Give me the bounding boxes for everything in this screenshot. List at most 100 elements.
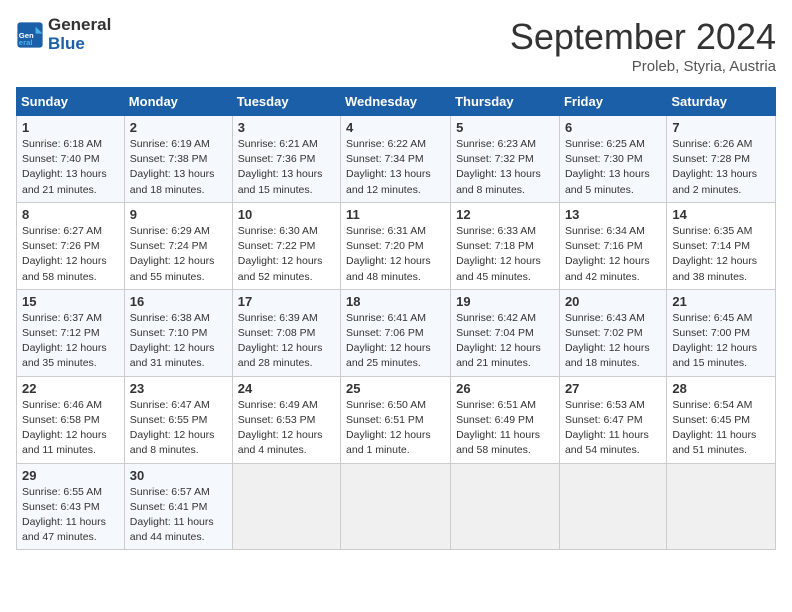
day-number: 24 (238, 381, 335, 396)
calendar-header-row: SundayMondayTuesdayWednesdayThursdayFrid… (17, 88, 776, 116)
day-number: 7 (672, 120, 770, 135)
svg-text:eral: eral (19, 37, 33, 46)
calendar-cell: 7 Sunrise: 6:26 AM Sunset: 7:28 PM Daylig… (667, 116, 776, 203)
day-detail: Sunrise: 6:26 AM Sunset: 7:28 PM Dayligh… (672, 137, 770, 198)
day-detail: Sunrise: 6:49 AM Sunset: 6:53 PM Dayligh… (238, 398, 335, 459)
day-detail: Sunrise: 6:21 AM Sunset: 7:36 PM Dayligh… (238, 137, 335, 198)
calendar-cell: 11 Sunrise: 6:31 AM Sunset: 7:20 PM Dayli… (341, 202, 451, 289)
day-number: 6 (565, 120, 661, 135)
logo: Gen eral General Blue (16, 16, 111, 53)
day-detail: Sunrise: 6:25 AM Sunset: 7:30 PM Dayligh… (565, 137, 661, 198)
day-detail: Sunrise: 6:30 AM Sunset: 7:22 PM Dayligh… (238, 224, 335, 285)
calendar-cell: 1Sunrise: 6:18 AM Sunset: 7:40 PM Daylig… (17, 116, 125, 203)
calendar-cell: 25 Sunrise: 6:50 AM Sunset: 6:51 PM Dayli… (341, 376, 451, 463)
calendar-table: SundayMondayTuesdayWednesdayThursdayFrid… (16, 87, 776, 550)
day-detail: Sunrise: 6:18 AM Sunset: 7:40 PM Dayligh… (22, 137, 119, 198)
day-number: 15 (22, 294, 119, 309)
day-number: 21 (672, 294, 770, 309)
calendar-cell: 19 Sunrise: 6:42 AM Sunset: 7:04 PM Dayli… (451, 289, 560, 376)
calendar-cell: 29 Sunrise: 6:55 AM Sunset: 6:43 PM Dayli… (17, 463, 125, 550)
day-number: 3 (238, 120, 335, 135)
day-detail: Sunrise: 6:54 AM Sunset: 6:45 PM Dayligh… (672, 398, 770, 459)
logo-text-line1: General (48, 16, 111, 35)
day-number: 4 (346, 120, 445, 135)
day-detail: Sunrise: 6:27 AM Sunset: 7:26 PM Dayligh… (22, 224, 119, 285)
calendar-cell: 23Sunrise: 6:47 AM Sunset: 6:55 PM Dayli… (124, 376, 232, 463)
day-detail: Sunrise: 6:50 AM Sunset: 6:51 PM Dayligh… (346, 398, 445, 459)
calendar-row-1: 1Sunrise: 6:18 AM Sunset: 7:40 PM Daylig… (17, 116, 776, 203)
day-detail: Sunrise: 6:19 AM Sunset: 7:38 PM Dayligh… (130, 137, 227, 198)
day-detail: Sunrise: 6:55 AM Sunset: 6:43 PM Dayligh… (22, 485, 119, 546)
day-number: 11 (346, 207, 445, 222)
title-block: September 2024 Proleb, Styria, Austria (510, 16, 776, 75)
calendar-row-4: 22 Sunrise: 6:46 AM Sunset: 6:58 PM Dayli… (17, 376, 776, 463)
day-detail: Sunrise: 6:47 AM Sunset: 6:55 PM Dayligh… (130, 398, 227, 459)
day-detail: Sunrise: 6:23 AM Sunset: 7:32 PM Dayligh… (456, 137, 554, 198)
day-detail: Sunrise: 6:37 AM Sunset: 7:12 PM Dayligh… (22, 311, 119, 372)
calendar-cell (341, 463, 451, 550)
day-number: 13 (565, 207, 661, 222)
header-monday: Monday (124, 88, 232, 116)
calendar-cell: 17 Sunrise: 6:39 AM Sunset: 7:08 PM Dayli… (232, 289, 340, 376)
day-number: 2 (130, 120, 227, 135)
header-friday: Friday (559, 88, 666, 116)
day-number: 29 (22, 468, 119, 483)
day-detail: Sunrise: 6:43 AM Sunset: 7:02 PM Dayligh… (565, 311, 661, 372)
calendar-cell: 18Sunrise: 6:41 AM Sunset: 7:06 PM Dayli… (341, 289, 451, 376)
day-detail: Sunrise: 6:38 AM Sunset: 7:10 PM Dayligh… (130, 311, 227, 372)
day-number: 19 (456, 294, 554, 309)
month-title: September 2024 (510, 16, 776, 58)
day-number: 26 (456, 381, 554, 396)
calendar-cell: 14 Sunrise: 6:35 AM Sunset: 7:14 PM Dayli… (667, 202, 776, 289)
calendar-cell: 6 Sunrise: 6:25 AM Sunset: 7:30 PM Daylig… (559, 116, 666, 203)
day-detail: Sunrise: 6:42 AM Sunset: 7:04 PM Dayligh… (456, 311, 554, 372)
day-number: 10 (238, 207, 335, 222)
day-number: 25 (346, 381, 445, 396)
logo-icon: Gen eral (16, 21, 44, 49)
calendar-cell: 8Sunrise: 6:27 AM Sunset: 7:26 PM Daylig… (17, 202, 125, 289)
calendar-cell (559, 463, 666, 550)
day-detail: Sunrise: 6:22 AM Sunset: 7:34 PM Dayligh… (346, 137, 445, 198)
calendar-cell: 15 Sunrise: 6:37 AM Sunset: 7:12 PM Dayli… (17, 289, 125, 376)
calendar-cell: 5 Sunrise: 6:23 AM Sunset: 7:32 PM Daylig… (451, 116, 560, 203)
day-detail: Sunrise: 6:35 AM Sunset: 7:14 PM Dayligh… (672, 224, 770, 285)
day-detail: Sunrise: 6:45 AM Sunset: 7:00 PM Dayligh… (672, 311, 770, 372)
header-saturday: Saturday (667, 88, 776, 116)
day-number: 5 (456, 120, 554, 135)
logo-text-line2: Blue (48, 35, 111, 54)
calendar-cell: 16 Sunrise: 6:38 AM Sunset: 7:10 PM Dayli… (124, 289, 232, 376)
day-detail: Sunrise: 6:51 AM Sunset: 6:49 PM Dayligh… (456, 398, 554, 459)
calendar-cell: 21 Sunrise: 6:45 AM Sunset: 7:00 PM Dayli… (667, 289, 776, 376)
page-header: Gen eral General Blue September 2024 Pro… (16, 16, 776, 75)
day-detail: Sunrise: 6:39 AM Sunset: 7:08 PM Dayligh… (238, 311, 335, 372)
calendar-cell: 28Sunrise: 6:54 AM Sunset: 6:45 PM Dayli… (667, 376, 776, 463)
calendar-row-3: 15 Sunrise: 6:37 AM Sunset: 7:12 PM Dayli… (17, 289, 776, 376)
calendar-cell (232, 463, 340, 550)
day-detail: Sunrise: 6:41 AM Sunset: 7:06 PM Dayligh… (346, 311, 445, 372)
location-subtitle: Proleb, Styria, Austria (510, 58, 776, 75)
calendar-cell: 4 Sunrise: 6:22 AM Sunset: 7:34 PM Daylig… (341, 116, 451, 203)
day-number: 17 (238, 294, 335, 309)
day-number: 16 (130, 294, 227, 309)
calendar-row-5: 29 Sunrise: 6:55 AM Sunset: 6:43 PM Dayli… (17, 463, 776, 550)
calendar-cell (667, 463, 776, 550)
day-number: 14 (672, 207, 770, 222)
day-number: 12 (456, 207, 554, 222)
header-thursday: Thursday (451, 88, 560, 116)
day-detail: Sunrise: 6:53 AM Sunset: 6:47 PM Dayligh… (565, 398, 661, 459)
day-detail: Sunrise: 6:57 AM Sunset: 6:41 PM Dayligh… (130, 485, 227, 546)
calendar-cell: 27Sunrise: 6:53 AM Sunset: 6:47 PM Dayli… (559, 376, 666, 463)
day-detail: Sunrise: 6:46 AM Sunset: 6:58 PM Dayligh… (22, 398, 119, 459)
calendar-cell: 24 Sunrise: 6:49 AM Sunset: 6:53 PM Dayli… (232, 376, 340, 463)
calendar-cell: 9Sunrise: 6:29 AM Sunset: 7:24 PM Daylig… (124, 202, 232, 289)
calendar-cell: 2 Sunrise: 6:19 AM Sunset: 7:38 PM Daylig… (124, 116, 232, 203)
calendar-cell: 22 Sunrise: 6:46 AM Sunset: 6:58 PM Dayli… (17, 376, 125, 463)
day-number: 22 (22, 381, 119, 396)
calendar-cell (451, 463, 560, 550)
header-sunday: Sunday (17, 88, 125, 116)
header-tuesday: Tuesday (232, 88, 340, 116)
day-number: 9 (130, 207, 227, 222)
day-detail: Sunrise: 6:31 AM Sunset: 7:20 PM Dayligh… (346, 224, 445, 285)
calendar-cell: 20Sunrise: 6:43 AM Sunset: 7:02 PM Dayli… (559, 289, 666, 376)
calendar-cell: 13Sunrise: 6:34 AM Sunset: 7:16 PM Dayli… (559, 202, 666, 289)
